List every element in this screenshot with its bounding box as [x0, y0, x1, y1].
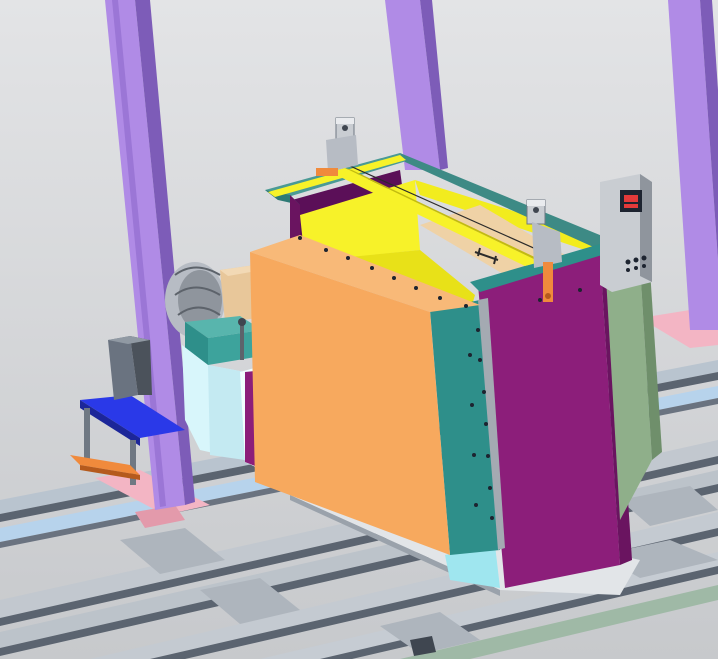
duct-handle	[240, 322, 244, 360]
furnace-assembly-render	[0, 0, 718, 659]
control-panel	[600, 174, 652, 292]
cad-render-stage	[0, 0, 718, 659]
